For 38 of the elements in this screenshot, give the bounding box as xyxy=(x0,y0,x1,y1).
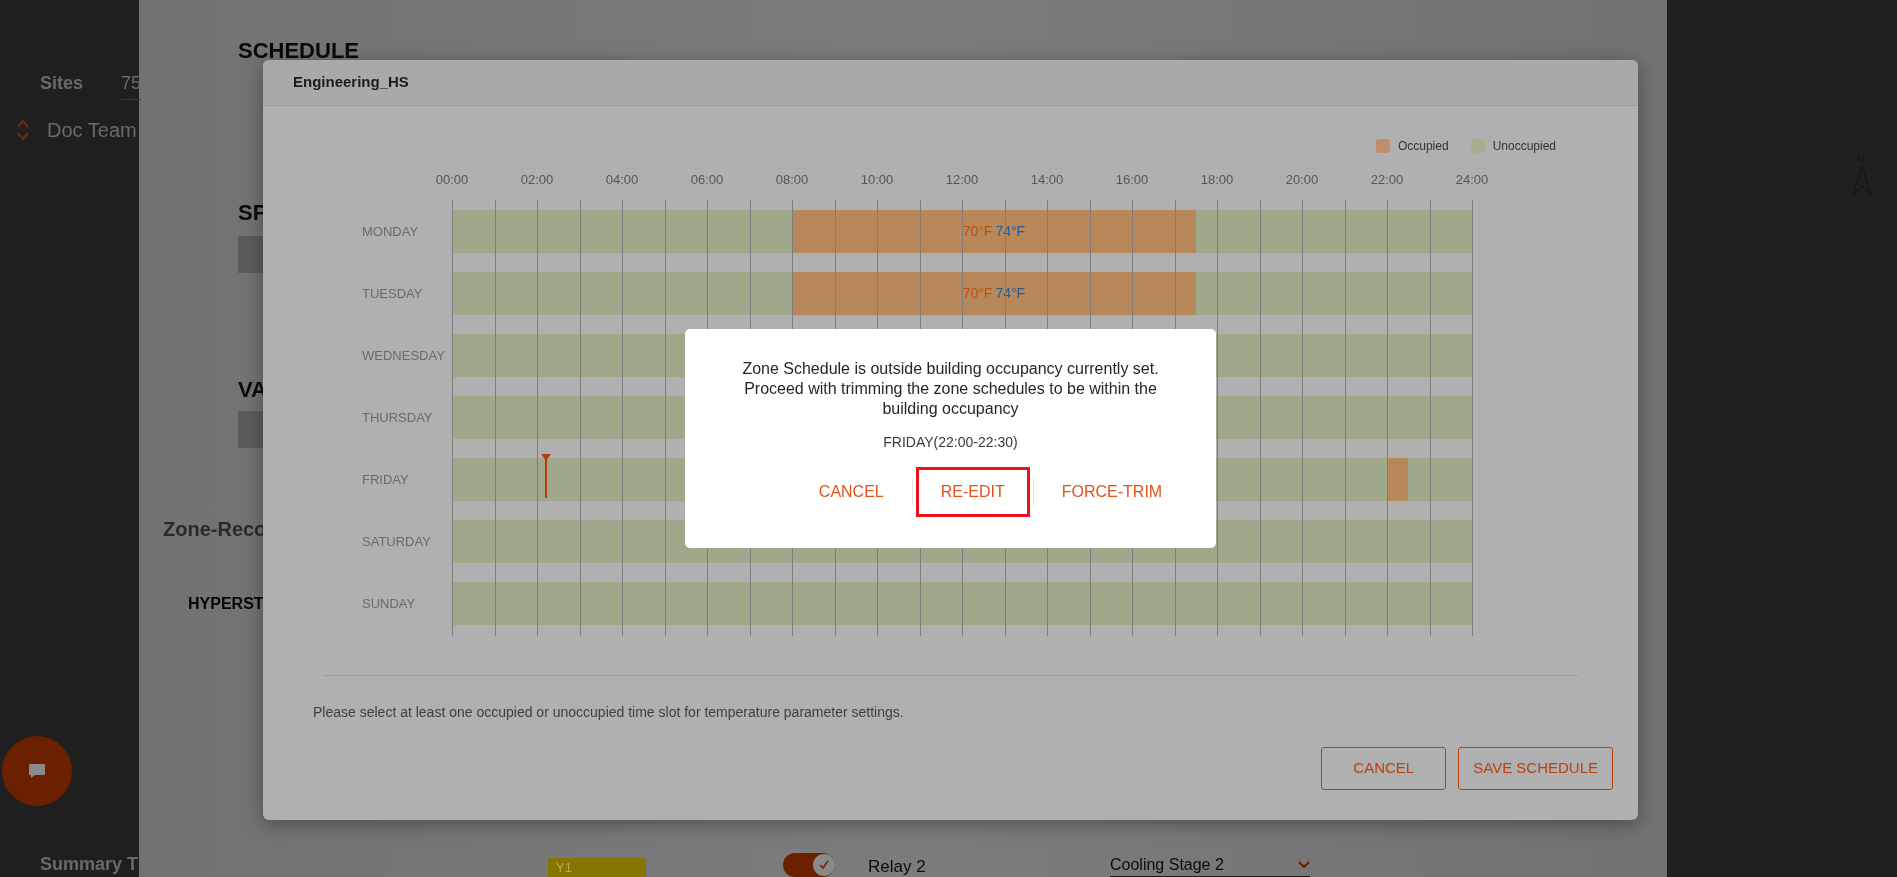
hint-text: Please select at least one occupied or unoccupied time slot for temperature parameter settings. xyxy=(313,703,905,722)
cooling-setpoint: 74°F xyxy=(995,284,1026,303)
day-label: FRIDAY xyxy=(362,470,409,489)
stage-tag: Y1 xyxy=(548,858,646,877)
site-name: Doc Team xyxy=(47,118,137,143)
dialog-message: Zone Schedule is outside building occupancy currently set. Proceed with trimming the zone schedules to be within the building occupancy xyxy=(741,359,1160,419)
time-tick-label: 12:00 xyxy=(945,171,979,189)
time-tick-label: 24:00 xyxy=(1455,171,1489,189)
time-tick-label: 20:00 xyxy=(1285,171,1319,189)
heating-setpoint: 70°F xyxy=(962,222,993,241)
time-tick-label: 22:00 xyxy=(1370,171,1404,189)
time-tick-label: 02:00 xyxy=(520,171,554,189)
legend-label: Occupied xyxy=(1397,138,1449,155)
time-tick-label: 08:00 xyxy=(775,171,809,189)
day-label: MONDAY xyxy=(362,222,419,241)
sites-label: Sites xyxy=(40,72,84,95)
day-label: WEDNESDAY xyxy=(362,346,445,365)
relay-label: Relay 2 xyxy=(868,856,926,877)
time-tick-label: 10:00 xyxy=(860,171,894,189)
day-label: TUESDAY xyxy=(362,284,423,303)
day-label: SUNDAY xyxy=(362,594,416,613)
time-tick-label: 16:00 xyxy=(1115,171,1149,189)
dialog-detail: FRIDAY(22:00-22:30) xyxy=(883,433,1018,452)
time-tick-label: 04:00 xyxy=(605,171,639,189)
time-tick-label: 14:00 xyxy=(1030,171,1064,189)
equipment-title: HYPERST xyxy=(188,594,264,614)
time-tick-label: 18:00 xyxy=(1200,171,1234,189)
section-title: SCHEDULE xyxy=(238,37,359,65)
summary-title: Summary T xyxy=(40,853,139,876)
modal-title: Engineering_HS xyxy=(293,72,409,93)
heating-setpoint: 70°F xyxy=(962,284,993,303)
day-label: THURSDAY xyxy=(362,408,433,427)
zone-title: Zone-Reco xyxy=(163,517,267,542)
day-label: SATURDAY xyxy=(362,532,431,551)
time-tick-label: 06:00 xyxy=(690,171,724,189)
cooling-setpoint: 74°F xyxy=(995,222,1026,241)
time-tick-label: 00:00 xyxy=(435,171,469,189)
legend-label: Unoccupied xyxy=(1492,138,1556,155)
